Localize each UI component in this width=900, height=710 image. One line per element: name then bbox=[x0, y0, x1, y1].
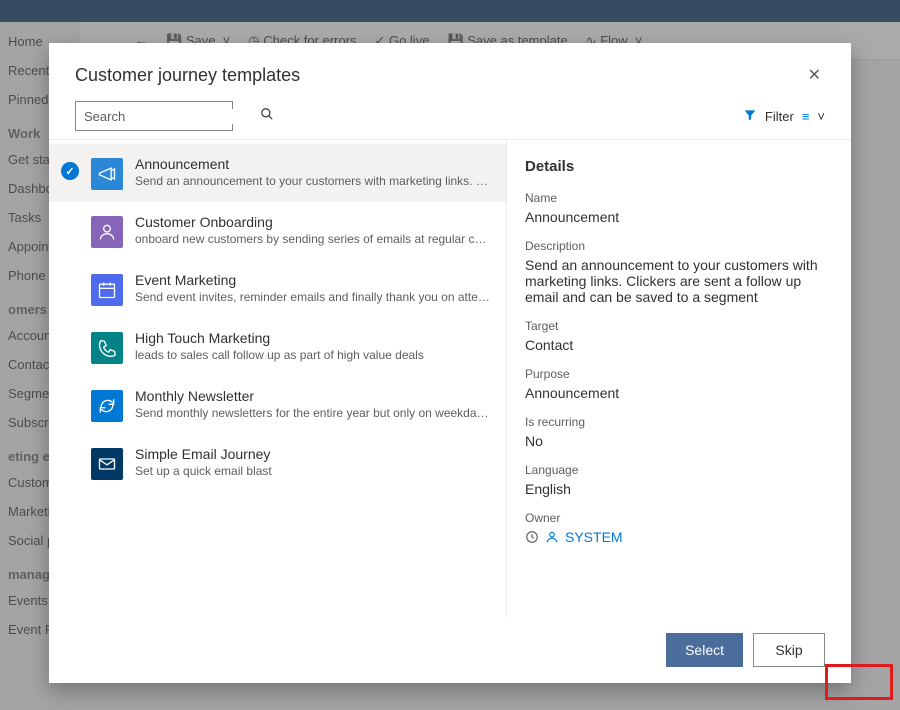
target-value: Contact bbox=[525, 337, 823, 353]
template-name: Simple Email Journey bbox=[135, 446, 492, 462]
purpose-value: Announcement bbox=[525, 385, 823, 401]
template-desc: leads to sales call follow up as part of… bbox=[135, 348, 492, 362]
search-icon[interactable] bbox=[260, 107, 274, 126]
search-input[interactable] bbox=[84, 109, 260, 124]
row-check-icon bbox=[61, 220, 79, 238]
template-name: Announcement bbox=[135, 156, 492, 172]
row-check-icon bbox=[61, 162, 79, 180]
skip-button[interactable]: Skip bbox=[753, 633, 825, 667]
template-desc: Send monthly newsletters for the entire … bbox=[135, 406, 492, 420]
calendar-icon bbox=[91, 274, 123, 306]
person-icon bbox=[91, 216, 123, 248]
phone-icon bbox=[91, 332, 123, 364]
recurring-label: Is recurring bbox=[525, 415, 823, 429]
description-value: Send an announcement to your customers w… bbox=[525, 257, 823, 305]
template-row[interactable]: Announcement Send an announcement to your… bbox=[49, 144, 506, 202]
template-list: Announcement Send an announcement to your… bbox=[49, 140, 507, 617]
template-name: Monthly Newsletter bbox=[135, 388, 492, 404]
target-label: Target bbox=[525, 319, 823, 333]
template-picker-dialog: Customer journey templates ✕ Filter ≡ ˅ … bbox=[49, 43, 851, 683]
search-input-wrapper[interactable] bbox=[75, 101, 233, 131]
template-row[interactable]: High Touch Marketing leads to sales call … bbox=[49, 318, 506, 376]
row-check-icon bbox=[61, 394, 79, 412]
close-icon[interactable]: ✕ bbox=[804, 61, 825, 89]
sort-icon[interactable]: ≡ bbox=[802, 109, 810, 124]
template-desc: Send event invites, reminder emails and … bbox=[135, 290, 492, 304]
refresh-icon bbox=[91, 390, 123, 422]
template-desc: Set up a quick email blast bbox=[135, 464, 492, 478]
dialog-title: Customer journey templates bbox=[75, 65, 300, 86]
template-row[interactable]: Simple Email Journey Set up a quick email… bbox=[49, 434, 506, 492]
owner-value[interactable]: SYSTEM bbox=[525, 529, 823, 545]
clock-icon bbox=[525, 530, 539, 544]
recurring-value: No bbox=[525, 433, 823, 449]
row-check-icon bbox=[61, 336, 79, 354]
template-row[interactable]: Event Marketing Send event invites, remin… bbox=[49, 260, 506, 318]
filter-icon[interactable] bbox=[743, 108, 757, 125]
template-name: Customer Onboarding bbox=[135, 214, 492, 230]
description-label: Description bbox=[525, 239, 823, 253]
name-value: Announcement bbox=[525, 209, 823, 225]
template-row[interactable]: Monthly Newsletter Send monthly newslette… bbox=[49, 376, 506, 434]
template-name: Event Marketing bbox=[135, 272, 492, 288]
template-name: High Touch Marketing bbox=[135, 330, 492, 346]
chevron-down-icon[interactable]: ˅ bbox=[817, 109, 825, 124]
filter-button[interactable]: Filter bbox=[765, 109, 794, 124]
row-check-icon bbox=[61, 452, 79, 470]
template-desc: Send an announcement to your customers w… bbox=[135, 174, 492, 188]
template-desc: onboard new customers by sending series … bbox=[135, 232, 492, 246]
name-label: Name bbox=[525, 191, 823, 205]
owner-label: Owner bbox=[525, 511, 823, 525]
purpose-label: Purpose bbox=[525, 367, 823, 381]
language-label: Language bbox=[525, 463, 823, 477]
select-button[interactable]: Select bbox=[666, 633, 743, 667]
megaphone-icon bbox=[91, 158, 123, 190]
row-check-icon bbox=[61, 278, 79, 296]
details-heading: Details bbox=[525, 158, 823, 175]
mail-icon bbox=[91, 448, 123, 480]
template-row[interactable]: Customer Onboarding onboard new customers… bbox=[49, 202, 506, 260]
details-panel: Details Name Announcement Description Se… bbox=[507, 140, 851, 617]
language-value: English bbox=[525, 481, 823, 497]
person-icon bbox=[545, 530, 559, 544]
